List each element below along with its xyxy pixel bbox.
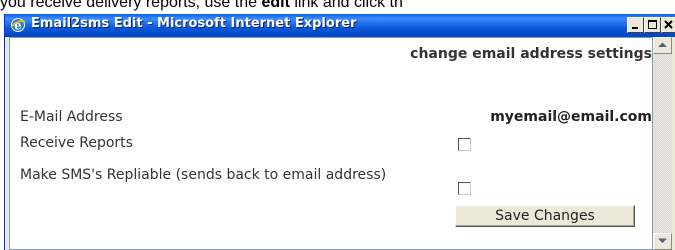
arrow-up-icon: [654, 42, 671, 48]
save-changes-button[interactable]: Save Changes: [455, 205, 635, 227]
window-title: Email2sms Edit - Microsoft Internet Expl…: [31, 16, 357, 31]
close-button[interactable]: [661, 17, 675, 33]
title-bar[interactable]: e Email2sms Edit - Microsoft Internet Ex…: [5, 14, 675, 37]
context-text: you receive delivery reports, use the ed…: [0, 0, 403, 11]
page-content: change email address settings E-Mail Add…: [9, 37, 653, 250]
maximize-icon: [645, 18, 660, 32]
ie-icon: e: [10, 17, 26, 33]
receive-reports-checkbox[interactable]: [458, 138, 471, 151]
receive-reports-label: Receive Reports: [20, 135, 133, 151]
minimize-icon: [628, 18, 643, 32]
close-icon: [662, 18, 675, 32]
scroll-up-button[interactable]: [653, 37, 672, 54]
browser-window: e Email2sms Edit - Microsoft Internet Ex…: [4, 14, 675, 250]
arrow-down-icon: [654, 238, 671, 244]
sms-repliable-label: Make SMS's Repliable (sends back to emai…: [20, 167, 387, 183]
minimize-button[interactable]: [627, 17, 644, 33]
email-value: myemail@email.com: [490, 109, 652, 125]
maximize-button[interactable]: [644, 17, 661, 33]
page-title: change email address settings: [410, 46, 652, 62]
email-label: E-Mail Address: [20, 109, 123, 125]
vertical-scrollbar[interactable]: [653, 37, 672, 250]
scroll-down-button[interactable]: [653, 233, 672, 250]
sms-repliable-checkbox[interactable]: [458, 182, 471, 195]
